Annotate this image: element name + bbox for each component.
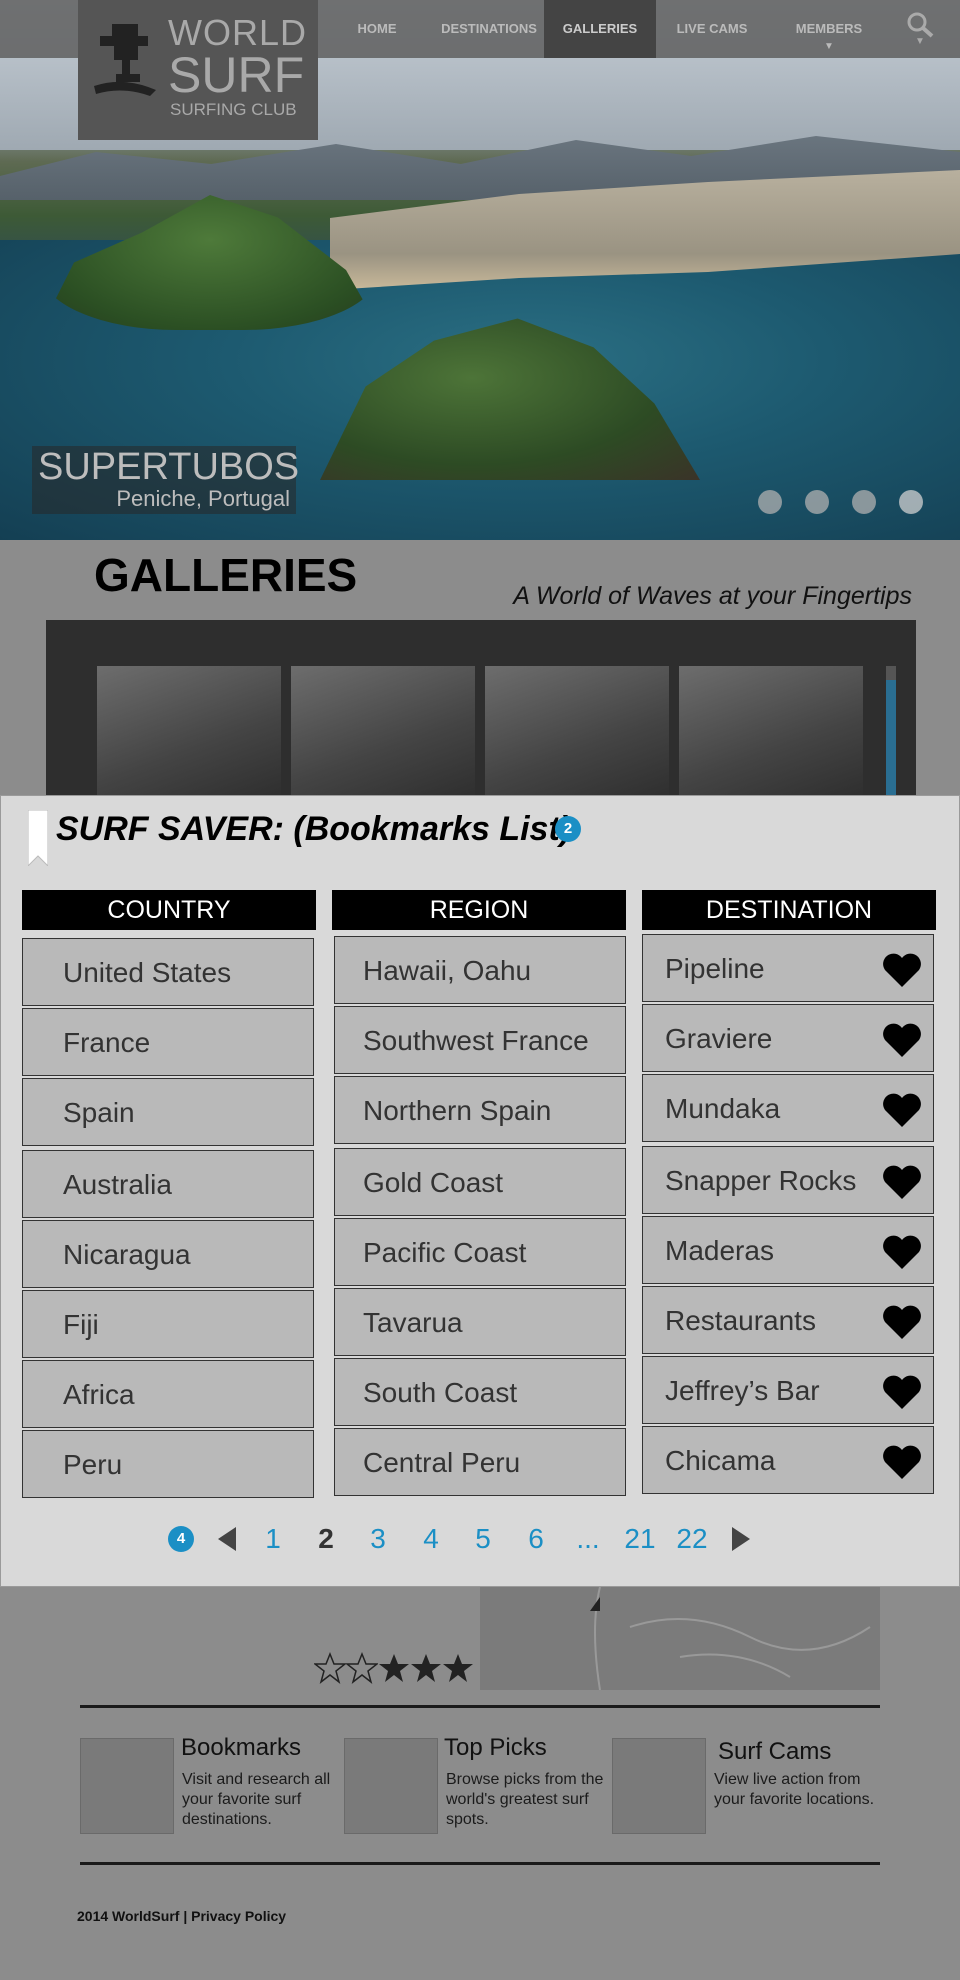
column-header-country: COUNTRY (22, 890, 316, 930)
hero-title: SUPERTUBOS (38, 446, 300, 488)
nav-members[interactable]: MEMBERS ▼ (774, 0, 884, 58)
pager-page[interactable]: 3 (363, 1522, 393, 1556)
heart-icon[interactable] (882, 1164, 922, 1200)
slide-dot-3[interactable] (852, 490, 876, 514)
heart-icon[interactable] (882, 1022, 922, 1058)
feature-title-top-picks[interactable]: Top Picks (444, 1734, 547, 1762)
region-cell[interactable]: Northern Spain (334, 1076, 626, 1144)
slide-dot-1[interactable] (758, 490, 782, 514)
country-cell[interactable]: Spain (22, 1078, 314, 1146)
logo-line-club: SURFING CLUB (170, 100, 297, 119)
logo-line-surf: SURF (168, 47, 305, 103)
modal-title: SURF SAVER: (Bookmarks List) (56, 810, 572, 848)
map-roads-icon (590, 1586, 871, 1691)
feature-text-top-picks: Browse picks from the world's greatest s… (446, 1771, 604, 1828)
heart-icon[interactable] (882, 1092, 922, 1128)
page-title: GALLERIES (94, 549, 358, 601)
region-cell[interactable]: Central Peru (334, 1428, 626, 1496)
pager-next-icon[interactable] (732, 1527, 750, 1551)
map-thumbnail[interactable] (480, 1586, 880, 1691)
pager-page[interactable]: 5 (468, 1522, 498, 1556)
star-icon[interactable] (378, 1652, 410, 1684)
region-cell[interactable]: South Coast (334, 1358, 626, 1426)
pager-badge: 4 (168, 1526, 194, 1552)
column-header-region: REGION (332, 890, 626, 930)
hero-subtitle: Peniche, Portugal (116, 486, 290, 511)
heart-icon[interactable] (882, 952, 922, 988)
feature-title-surf-cams[interactable]: Surf Cams (718, 1738, 831, 1766)
feature-title-bookmarks[interactable]: Bookmarks (181, 1734, 301, 1762)
divider-bottom (80, 1862, 880, 1865)
feature-image-bookmarks[interactable] (80, 1738, 174, 1834)
country-cell[interactable]: Nicaragua (22, 1220, 314, 1288)
pager-page[interactable]: 21 (620, 1522, 660, 1556)
star-icon[interactable] (410, 1652, 442, 1684)
pager-page[interactable]: 1 (258, 1522, 288, 1556)
bookmark-icon (28, 810, 48, 866)
search-chevron-icon: ▼ (915, 36, 925, 47)
pager-page[interactable]: 22 (672, 1522, 712, 1556)
country-cell[interactable]: France (22, 1008, 314, 1076)
nav-home[interactable]: HOME (340, 0, 414, 58)
country-cell[interactable]: Fiji (22, 1290, 314, 1358)
pager-ellipsis: ... (576, 1523, 600, 1554)
feature-text-bookmarks: Visit and research all your favorite sur… (182, 1771, 331, 1828)
feature-image-top-picks[interactable] (344, 1738, 438, 1834)
gallery-thumb[interactable] (97, 666, 281, 796)
pager-page-current[interactable]: 2 (311, 1522, 341, 1556)
feature-text-surf-cams: View live action from your favorite loca… (714, 1771, 875, 1808)
slide-dot-2[interactable] (805, 490, 829, 514)
column-header-destination: DESTINATION (642, 890, 936, 930)
region-cell[interactable]: Pacific Coast (334, 1218, 626, 1286)
star-icon[interactable] (346, 1652, 378, 1684)
pager-prev-icon[interactable] (218, 1527, 236, 1551)
region-cell[interactable]: Hawaii, Oahu (334, 936, 626, 1004)
nav-live-cams[interactable]: LIVE CAMS (664, 0, 760, 58)
surfer-logo-icon (94, 24, 156, 96)
country-cell[interactable]: Africa (22, 1360, 314, 1428)
heart-icon[interactable] (882, 1444, 922, 1480)
country-cell[interactable]: United States (22, 938, 314, 1006)
heart-icon[interactable] (882, 1234, 922, 1270)
nav-galleries[interactable]: GALLERIES (544, 0, 656, 58)
country-cell[interactable]: Peru (22, 1430, 314, 1498)
star-icon[interactable] (314, 1652, 346, 1684)
gallery-thumb[interactable] (291, 666, 475, 796)
gallery-scrollbar-thumb[interactable] (886, 680, 896, 796)
page-tagline: A World of Waves at your Fingertips (513, 582, 912, 610)
title-badge: 2 (555, 816, 581, 842)
chevron-down-icon: ▼ (824, 41, 834, 52)
divider-top (80, 1705, 880, 1708)
heart-icon[interactable] (882, 1374, 922, 1410)
region-cell[interactable]: Tavarua (334, 1288, 626, 1356)
region-cell[interactable]: Gold Coast (334, 1148, 626, 1216)
gallery-thumb[interactable] (485, 666, 669, 796)
heart-icon[interactable] (882, 1304, 922, 1340)
nav-destinations[interactable]: DESTINATIONS (432, 0, 546, 58)
pager-page[interactable]: 4 (416, 1522, 446, 1556)
country-cell[interactable]: Australia (22, 1150, 314, 1218)
slide-dot-4[interactable] (899, 490, 923, 514)
pager-page[interactable]: 6 (521, 1522, 551, 1556)
feature-image-surf-cams[interactable] (612, 1738, 706, 1834)
gallery-thumb[interactable] (679, 666, 863, 796)
star-icon[interactable] (442, 1652, 474, 1684)
region-cell[interactable]: Southwest France (334, 1006, 626, 1074)
footer-text[interactable]: 2014 WorldSurf | Privacy Policy (77, 1908, 286, 1924)
